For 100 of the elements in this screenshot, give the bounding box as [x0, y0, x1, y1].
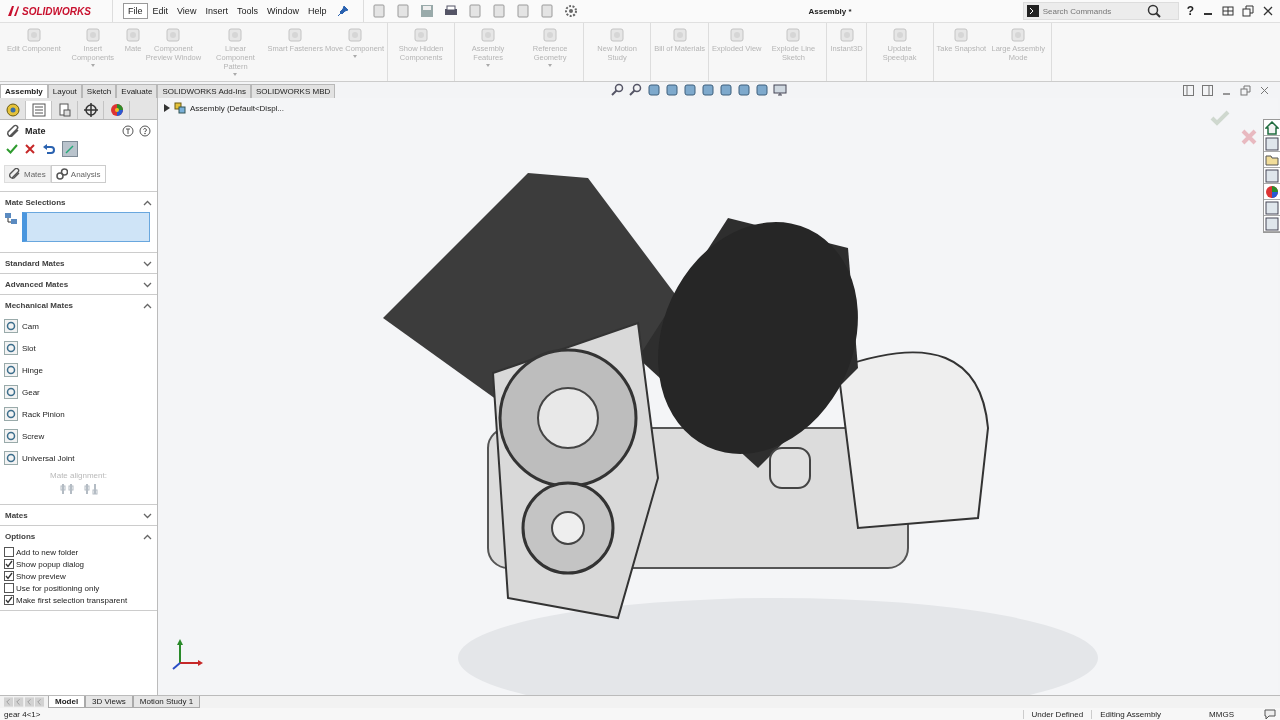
tool-icon — [609, 27, 626, 43]
mate-type-icon — [4, 363, 18, 377]
chevron-down-icon — [143, 281, 152, 288]
task-pane-tab[interactable] — [1264, 120, 1280, 136]
sheet-tab[interactable]: 3D Views — [85, 696, 133, 708]
checkbox[interactable] — [4, 583, 14, 593]
tool-icon — [287, 27, 304, 43]
menu-item[interactable]: Window — [262, 4, 303, 18]
search-bar[interactable]: Search Commands — [1022, 2, 1179, 20]
assembly-icon — [174, 102, 186, 114]
chevron-down-icon — [143, 260, 152, 267]
close-icon[interactable] — [1262, 5, 1274, 17]
menu-item[interactable]: Insert — [201, 4, 232, 18]
mate-type-icon — [4, 407, 18, 421]
status-text: Under Defined — [1022, 709, 1092, 719]
menu-item[interactable]: View — [173, 4, 201, 18]
search-icon — [1146, 4, 1161, 18]
mate-type-button[interactable]: Slot — [4, 337, 153, 359]
cancel-x-icon[interactable] — [24, 143, 36, 155]
tool-icon — [480, 27, 497, 43]
save-icon[interactable] — [420, 4, 435, 18]
checkbox[interactable] — [4, 559, 14, 569]
task-pane-tab[interactable] — [1264, 152, 1280, 168]
panel-subtab[interactable]: Analysis — [50, 165, 106, 183]
help-circle-icon[interactable] — [139, 125, 151, 137]
print-icon[interactable] — [444, 4, 459, 18]
monitor-icon[interactable] — [773, 83, 788, 97]
mate-type-icon — [4, 451, 18, 465]
checkbox-label: Add to new folder — [16, 547, 79, 557]
chevron-up-icon — [143, 302, 152, 309]
help-button[interactable]: ? — [1186, 4, 1194, 18]
menu-item[interactable]: Help — [303, 4, 331, 18]
mate-type-icon — [4, 429, 18, 443]
command-tab[interactable]: Sketch — [81, 84, 117, 98]
mate-type-icon — [4, 385, 18, 399]
tool-icon — [125, 27, 142, 43]
scroll-arrow-icon[interactable] — [24, 697, 34, 707]
checkbox-label: Make first selection transparent — [16, 595, 128, 605]
dock-left-icon[interactable] — [1183, 84, 1194, 96]
status-message: gear 4<1> — [4, 709, 41, 719]
mate-type-button[interactable]: Gear — [4, 381, 153, 403]
menu-item[interactable]: Edit — [148, 4, 173, 18]
list-icon — [30, 102, 47, 118]
task-pane-tab[interactable] — [1264, 184, 1280, 200]
selection-list-box[interactable] — [22, 212, 150, 242]
sheet-tab[interactable]: Model — [48, 696, 86, 708]
section-header[interactable]: Mates — [0, 505, 157, 525]
mate-type-button[interactable]: Rack Pinion — [4, 403, 153, 425]
undo-arrow-icon[interactable] — [42, 143, 56, 155]
sheet-tab[interactable]: Motion Study 1 — [132, 696, 201, 708]
mate-alignment-label: Mate alignment: — [49, 471, 108, 480]
mate-type-button[interactable]: Cam — [4, 315, 153, 337]
checkbox[interactable] — [4, 595, 14, 605]
tool-icon — [227, 27, 244, 43]
menu-item[interactable]: File — [123, 3, 148, 19]
mate-type-button[interactable]: Hinge — [4, 359, 153, 381]
tool-icon — [165, 27, 182, 43]
tool-icon — [346, 27, 363, 43]
zoom-area-icon[interactable] — [629, 83, 644, 97]
checkbox[interactable] — [4, 547, 14, 557]
command-tab[interactable]: Layout — [47, 84, 82, 98]
panel-title: Mate — [25, 126, 46, 136]
tool-icon — [1010, 27, 1027, 43]
menu-item[interactable]: Tools — [232, 4, 262, 18]
command-tab[interactable]: SOLIDWORKS Add-Ins — [157, 84, 252, 98]
zoom-fit-icon[interactable] — [611, 83, 626, 97]
caret-icon — [486, 64, 491, 67]
command-tab[interactable]: Evaluate — [116, 84, 158, 98]
paperclip-icon — [9, 168, 21, 180]
command-tab[interactable]: SOLIDWORKS MBD — [251, 84, 336, 98]
paperclip-icon — [6, 124, 20, 138]
tree-item[interactable]: Assembly (Default<Displ... — [190, 103, 285, 113]
expand-arrow-icon[interactable] — [164, 104, 170, 112]
components-icon — [4, 212, 18, 226]
mate-type-button[interactable]: Screw — [4, 425, 153, 447]
command-tab[interactable]: Assembly — [0, 84, 48, 98]
checkbox[interactable] — [4, 571, 14, 581]
section-header[interactable]: Standard Mates — [0, 253, 157, 273]
section-header[interactable]: Mechanical Mates — [0, 295, 157, 315]
confirm-check-icon[interactable] — [1210, 110, 1230, 126]
gear-icon[interactable] — [564, 4, 579, 18]
mate-type-button[interactable]: Universal Joint — [4, 447, 153, 469]
caret-icon — [90, 64, 95, 67]
restore-icon[interactable] — [1242, 5, 1254, 17]
caret-icon — [548, 64, 553, 67]
tile-windows-icon[interactable] — [1222, 5, 1234, 17]
section-header[interactable]: Advanced Mates — [0, 274, 157, 294]
ok-check-icon[interactable] — [6, 143, 18, 155]
section-header[interactable]: Options — [0, 526, 157, 546]
chat-bubble-icon[interactable] — [1264, 708, 1276, 720]
units-selector[interactable]: MMGS — [1209, 709, 1234, 719]
tool-icon — [728, 27, 745, 43]
scroll-arrow-icon[interactable] — [34, 697, 44, 707]
pin-icon[interactable] — [337, 5, 350, 17]
dock-right-icon[interactable] — [1202, 84, 1213, 96]
panel-subtab[interactable]: Mates — [4, 165, 51, 183]
pushpin-toggle-icon[interactable] — [62, 141, 78, 157]
section-header[interactable]: Mate Selections — [0, 192, 157, 212]
tool-icon — [413, 27, 430, 43]
restore-icon[interactable] — [1240, 84, 1251, 96]
